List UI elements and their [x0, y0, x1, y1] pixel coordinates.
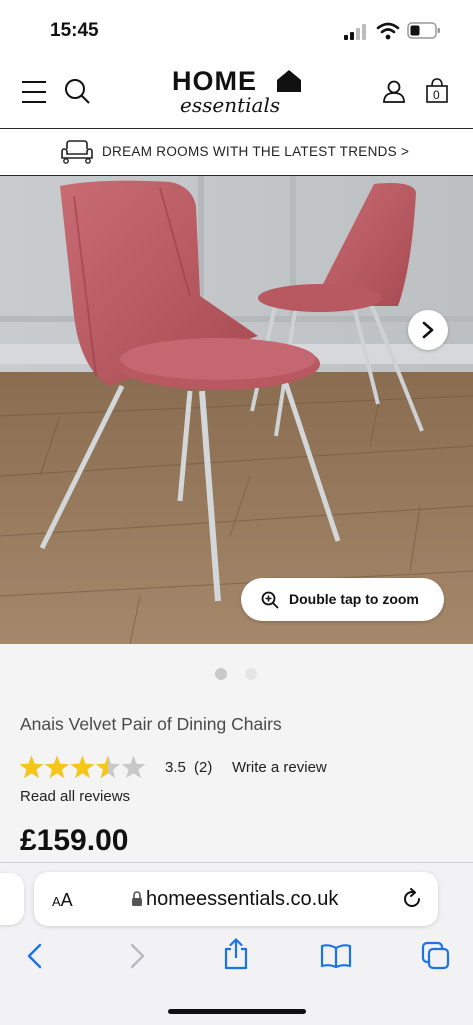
- share-icon[interactable]: [223, 938, 249, 970]
- product-title: Anais Velvet Pair of Dining Chairs: [20, 714, 282, 734]
- site-logo[interactable]: HOME essentials: [172, 64, 307, 122]
- previous-tab-preview[interactable]: [0, 873, 24, 925]
- promo-banner-text: DREAM ROOMS WITH THE LATEST TRENDS >: [102, 144, 410, 159]
- star-filled-icon: [70, 755, 95, 779]
- zoom-hint-text: Double tap to zoom: [289, 591, 419, 607]
- signal-icon: [344, 24, 366, 40]
- gallery-dot-active[interactable]: [215, 668, 227, 680]
- chevron-right-icon: [422, 321, 434, 339]
- basket-button[interactable]: 0: [426, 78, 448, 104]
- menu-icon[interactable]: [22, 80, 48, 104]
- product-price: £159.00: [20, 824, 129, 857]
- star-rating: [19, 755, 146, 779]
- rating-value: 3.5: [165, 759, 186, 776]
- lock-icon: [132, 891, 142, 906]
- read-all-reviews-link[interactable]: Read all reviews: [20, 788, 130, 805]
- text-size-small-a: A: [52, 894, 61, 909]
- star-empty-icon: [121, 755, 146, 779]
- gallery-next-button[interactable]: [408, 310, 448, 350]
- status-time: 15:45: [50, 20, 99, 41]
- search-icon[interactable]: [64, 78, 92, 106]
- logo-house-icon: [277, 70, 301, 92]
- sofa-icon: [61, 140, 93, 164]
- battery-icon: [407, 22, 440, 39]
- star-filled-icon: [19, 755, 44, 779]
- bookmarks-icon[interactable]: [320, 944, 352, 968]
- text-size-large-a: A: [60, 890, 73, 910]
- wifi-icon: [376, 22, 400, 40]
- account-icon[interactable]: [383, 80, 405, 104]
- gallery-dot[interactable]: [245, 668, 257, 680]
- logo-wordmark-essentials: essentials: [180, 93, 281, 117]
- home-indicator: [168, 1009, 306, 1014]
- reload-icon[interactable]: [401, 888, 423, 910]
- star-filled-icon: [45, 755, 69, 779]
- url-text[interactable]: homeessentials.co.uk: [146, 888, 338, 911]
- forward-icon[interactable]: [128, 943, 146, 969]
- text-size-button[interactable]: AAAA: [52, 890, 73, 911]
- write-review-link[interactable]: Write a review: [232, 759, 327, 776]
- back-icon[interactable]: [26, 943, 44, 969]
- zoom-icon: [261, 591, 279, 609]
- review-count[interactable]: (2): [194, 759, 212, 776]
- dining-chairs-photo: [0, 176, 473, 644]
- basket-count: 0: [433, 88, 440, 102]
- product-image[interactable]: [0, 176, 473, 644]
- tabs-icon[interactable]: [421, 941, 451, 971]
